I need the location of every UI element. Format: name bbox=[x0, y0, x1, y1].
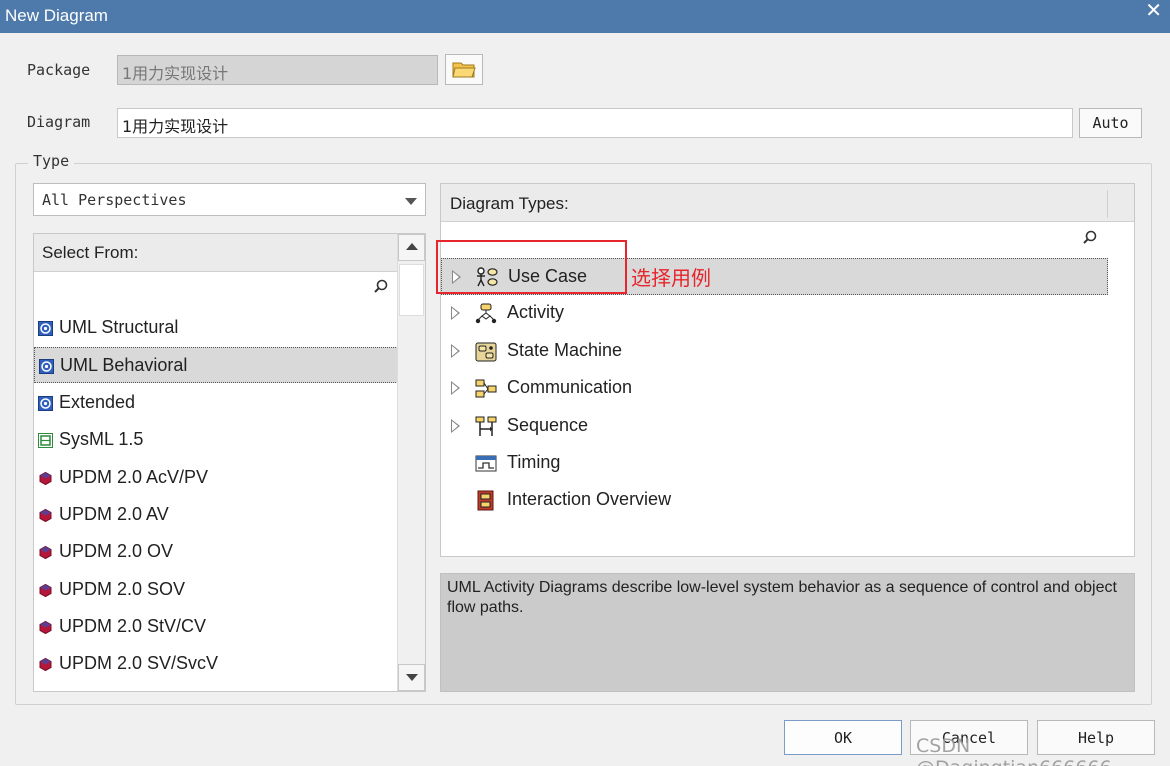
select-from-item-label: UPDM 2.0 AV bbox=[59, 504, 169, 524]
sequence-icon bbox=[475, 416, 497, 437]
expand-arrow-icon[interactable] bbox=[451, 344, 460, 358]
annotation-highlight-box bbox=[436, 240, 627, 294]
scroll-thumb[interactable] bbox=[399, 264, 424, 316]
browse-package-button[interactable] bbox=[445, 54, 483, 85]
diagram-type-label: Activity bbox=[507, 302, 565, 322]
arrow-down-icon bbox=[406, 674, 418, 681]
expand-arrow-icon[interactable] bbox=[451, 419, 460, 433]
package-field: 1用力实现设计 bbox=[117, 55, 438, 85]
arrow-up-icon bbox=[406, 243, 418, 250]
diagram-type-item[interactable]: Activity bbox=[441, 295, 1108, 332]
updm-icon bbox=[38, 656, 53, 672]
perspective-value: All Perspectives bbox=[42, 191, 187, 209]
ok-button[interactable]: OK bbox=[784, 720, 902, 755]
diagram-type-item[interactable]: Timing bbox=[441, 445, 1108, 482]
folder-icon bbox=[452, 62, 476, 78]
close-icon[interactable]: ✕ bbox=[1145, 0, 1162, 22]
activity-icon bbox=[475, 303, 497, 324]
expand-arrow-icon[interactable] bbox=[451, 306, 460, 320]
select-from-header: Select From: bbox=[34, 234, 398, 272]
uml-icon bbox=[39, 358, 54, 374]
diagram-type-label: Sequence bbox=[507, 415, 589, 435]
select-from-item-label: UPDM 2.0 SOV bbox=[59, 579, 186, 599]
select-from-item-label: Extended bbox=[59, 392, 136, 412]
select-from-item-label: UML Structural bbox=[59, 317, 179, 337]
perspective-select[interactable]: All Perspectives bbox=[33, 183, 426, 216]
watermark: CSDN @Daqingtian666666 bbox=[916, 735, 1112, 766]
diagram-type-item[interactable]: Communication bbox=[441, 370, 1108, 407]
diagram-type-label: Interaction Overview bbox=[507, 489, 672, 509]
title-bar: New Diagram ✕ bbox=[0, 0, 1170, 33]
interaction-overview-icon bbox=[475, 490, 497, 511]
select-from-item[interactable]: UML Behavioral bbox=[34, 347, 398, 383]
diagram-types-header: Diagram Types: bbox=[441, 184, 1134, 222]
select-from-item-label: UPDM 2.0 StV/CV bbox=[59, 616, 207, 636]
select-from-item[interactable]: UML Structural bbox=[34, 310, 398, 346]
select-from-item[interactable]: UPDM 2.0 AcV/PV bbox=[34, 460, 398, 496]
select-from-item-label: UML Behavioral bbox=[60, 355, 188, 375]
select-from-item-label: UPDM 2.0 OV bbox=[59, 541, 174, 561]
communication-icon bbox=[475, 378, 497, 399]
diagram-type-item[interactable]: Interaction Overview bbox=[441, 482, 1108, 519]
diagram-name-input[interactable]: 1用力实现设计 bbox=[117, 108, 1073, 138]
select-from-item[interactable]: SysML 1.5 bbox=[34, 422, 398, 458]
select-from-item[interactable]: UPDM 2.0 StV/CV bbox=[34, 609, 398, 645]
diagram-label: Diagram bbox=[27, 113, 91, 131]
diagram-type-item[interactable]: State Machine bbox=[441, 333, 1108, 370]
diagram-type-label: Timing bbox=[507, 452, 561, 472]
uml-icon bbox=[38, 320, 53, 336]
vertical-scrollbar[interactable] bbox=[397, 234, 425, 691]
select-from-panel: Select From: UML Structural UML Behaviora… bbox=[33, 233, 426, 692]
select-from-item[interactable]: Extended bbox=[34, 385, 398, 421]
state-machine-icon bbox=[475, 341, 497, 362]
updm-icon bbox=[38, 582, 53, 598]
expand-arrow-icon[interactable] bbox=[451, 381, 460, 395]
window-title: New Diagram bbox=[5, 6, 108, 25]
select-from-item[interactable]: UPDM 2.0 AV bbox=[34, 497, 398, 533]
header-divider bbox=[1107, 190, 1108, 218]
sysml-icon bbox=[38, 432, 53, 448]
search-icon[interactable] bbox=[374, 279, 388, 293]
package-label: Package bbox=[27, 61, 91, 79]
select-from-item-label: UPDM 2.0 SV/SvcV bbox=[59, 653, 219, 673]
scroll-down-button[interactable] bbox=[398, 664, 425, 691]
updm-icon bbox=[38, 470, 53, 486]
diagram-description: UML Activity Diagrams describe low-level… bbox=[440, 573, 1135, 692]
auto-button[interactable]: Auto bbox=[1079, 108, 1142, 138]
annotation-text: 选择用例 bbox=[631, 266, 711, 290]
type-group-label: Type bbox=[28, 152, 75, 170]
select-from-item[interactable]: UPDM 2.0 SOV bbox=[34, 572, 398, 608]
select-from-item-label: UPDM 2.0 AcV/PV bbox=[59, 467, 209, 487]
diagram-type-item[interactable]: Sequence bbox=[441, 408, 1108, 445]
updm-icon bbox=[38, 507, 53, 523]
scroll-up-button[interactable] bbox=[398, 234, 425, 261]
diagram-types-header-label: Diagram Types: bbox=[450, 194, 569, 213]
search-icon[interactable] bbox=[1083, 230, 1097, 244]
select-from-item-label: SysML 1.5 bbox=[59, 429, 144, 449]
chevron-down-icon bbox=[405, 198, 417, 205]
select-from-item[interactable]: UPDM 2.0 OV bbox=[34, 534, 398, 570]
updm-icon bbox=[38, 619, 53, 635]
diagram-type-label: State Machine bbox=[507, 340, 623, 360]
updm-icon bbox=[38, 544, 53, 560]
select-from-item[interactable]: UPDM 2.0 SV/SvcV bbox=[34, 646, 398, 682]
diagram-type-label: Communication bbox=[507, 377, 633, 397]
timing-icon bbox=[475, 453, 497, 474]
uml-icon bbox=[38, 395, 53, 411]
